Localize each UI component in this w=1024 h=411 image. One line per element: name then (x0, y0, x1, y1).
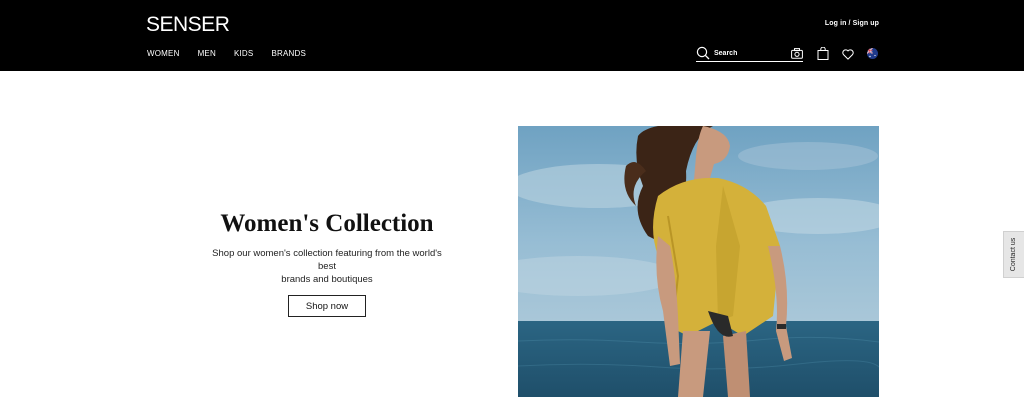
hero-photo (518, 126, 879, 397)
shop-now-button[interactable]: Shop now (288, 295, 366, 317)
login-signup-link[interactable]: Log in / Sign up (825, 20, 879, 27)
nav-item-kids[interactable]: KIDS (234, 49, 253, 58)
search-icon[interactable] (696, 46, 710, 60)
hero-image (518, 126, 879, 397)
flag-icon[interactable] (867, 48, 878, 59)
nav-item-men[interactable]: MEN (198, 49, 216, 58)
hero-subtitle-line-1: Shop our women's collection featuring fr… (212, 248, 442, 272)
contact-us-label: Contact us (1010, 237, 1018, 272)
shopping-bag-icon[interactable] (817, 47, 829, 60)
nav-item-brands[interactable]: BRANDS (271, 49, 306, 58)
nav-item-women[interactable]: WOMEN (147, 49, 180, 58)
site-logo[interactable]: SENSER (146, 13, 230, 37)
hero-subtitle-line-2: brands and boutiques (281, 274, 373, 285)
site-header: SENSER Log in / Sign up WOMEN MEN KIDS B… (0, 0, 1024, 71)
search-bar (696, 46, 803, 62)
page-title: Women's Collection (220, 210, 434, 237)
camera-icon[interactable] (791, 48, 803, 59)
contact-us-tab[interactable]: Contact us (1003, 231, 1024, 278)
main-nav: WOMEN MEN KIDS BRANDS (147, 49, 324, 58)
search-input[interactable] (714, 47, 786, 59)
heart-icon[interactable] (842, 48, 854, 61)
hero-subtitle: Shop our women's collection featuring fr… (207, 247, 447, 286)
